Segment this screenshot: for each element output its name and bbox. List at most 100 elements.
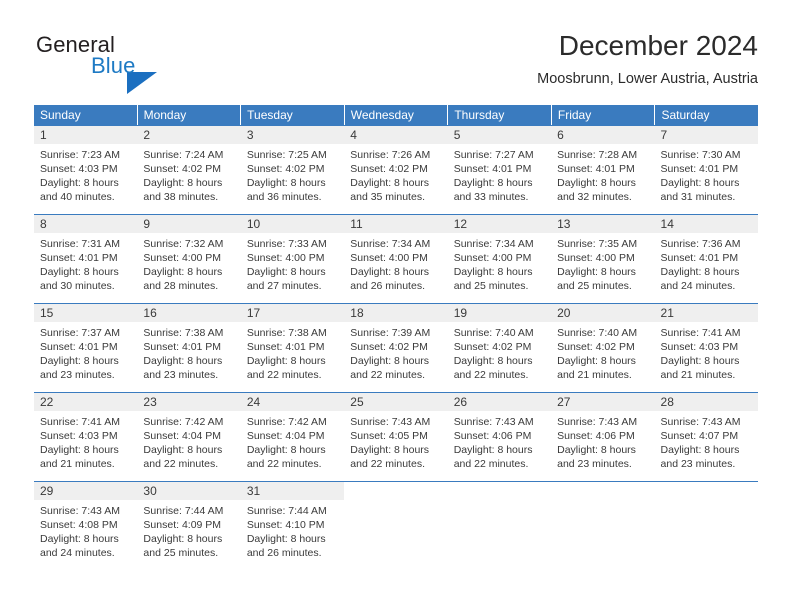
day-cell[interactable]: 6 Sunrise: 7:28 AM Sunset: 4:01 PM Dayli… bbox=[551, 126, 655, 214]
day-cell[interactable]: 11 Sunrise: 7:34 AM Sunset: 4:00 PM Dayl… bbox=[344, 215, 448, 303]
sunset-text: Sunset: 4:01 PM bbox=[660, 163, 739, 175]
daylight-line1: Daylight: 8 hours bbox=[453, 355, 533, 367]
daylight-line2: and 23 minutes. bbox=[660, 458, 736, 470]
day-cell[interactable]: 30 Sunrise: 7:44 AM Sunset: 4:09 PM Dayl… bbox=[137, 482, 241, 570]
daylight-line2: and 21 minutes. bbox=[557, 369, 632, 381]
day-details: Sunrise: 7:24 AM Sunset: 4:02 PM Dayligh… bbox=[137, 144, 240, 204]
daylight-line2: and 22 minutes. bbox=[350, 369, 425, 381]
day-cell[interactable]: 27 Sunrise: 7:43 AM Sunset: 4:06 PM Dayl… bbox=[551, 393, 655, 481]
day-cell[interactable]: 24 Sunrise: 7:42 AM Sunset: 4:04 PM Dayl… bbox=[240, 393, 345, 481]
day-number: 2 bbox=[137, 126, 241, 144]
sunrise-text: Sunrise: 7:26 AM bbox=[350, 149, 431, 161]
calendar-week-row: 8 Sunrise: 7:31 AM Sunset: 4:01 PM Dayli… bbox=[34, 214, 758, 303]
day-cell[interactable]: 7 Sunrise: 7:30 AM Sunset: 4:01 PM Dayli… bbox=[654, 126, 758, 214]
day-cell[interactable]: 17 Sunrise: 7:38 AM Sunset: 4:01 PM Dayl… bbox=[240, 304, 345, 392]
day-cell[interactable]: 19 Sunrise: 7:40 AM Sunset: 4:02 PM Dayl… bbox=[447, 304, 552, 392]
day-number: 26 bbox=[447, 393, 552, 411]
daylight-line1: Daylight: 8 hours bbox=[557, 266, 636, 278]
weekday-saturday: Saturday bbox=[661, 108, 710, 122]
day-number: 16 bbox=[137, 304, 241, 322]
day-details: Sunrise: 7:38 AM Sunset: 4:01 PM Dayligh… bbox=[241, 322, 344, 382]
day-cell[interactable]: 31 Sunrise: 7:44 AM Sunset: 4:10 PM Dayl… bbox=[240, 482, 345, 570]
calendar-week-row: 15 Sunrise: 7:37 AM Sunset: 4:01 PM Dayl… bbox=[34, 303, 758, 392]
day-cell[interactable]: 15 Sunrise: 7:37 AM Sunset: 4:01 PM Dayl… bbox=[34, 304, 138, 392]
sunset-text: Sunset: 4:06 PM bbox=[557, 430, 635, 442]
daylight-line2: and 25 minutes. bbox=[143, 547, 219, 559]
brand-logo[interactable]: General Blue bbox=[34, 32, 214, 94]
sunset-text: Sunset: 4:00 PM bbox=[350, 252, 428, 264]
daylight-line1: Daylight: 8 hours bbox=[143, 177, 223, 189]
day-details: Sunrise: 7:30 AM Sunset: 4:01 PM Dayligh… bbox=[655, 144, 758, 204]
day-number bbox=[654, 482, 758, 500]
sunrise-text: Sunrise: 7:39 AM bbox=[350, 327, 431, 339]
sunrise-text: Sunrise: 7:31 AM bbox=[40, 238, 120, 250]
day-cell[interactable]: 22 Sunrise: 7:41 AM Sunset: 4:03 PM Dayl… bbox=[34, 393, 138, 481]
sunrise-text: Sunrise: 7:43 AM bbox=[40, 505, 120, 517]
day-details: Sunrise: 7:28 AM Sunset: 4:01 PM Dayligh… bbox=[551, 144, 654, 204]
day-cell[interactable]: 10 Sunrise: 7:33 AM Sunset: 4:00 PM Dayl… bbox=[240, 215, 345, 303]
day-number: 11 bbox=[344, 215, 448, 233]
day-details: Sunrise: 7:38 AM Sunset: 4:01 PM Dayligh… bbox=[137, 322, 240, 382]
day-cell[interactable]: 21 Sunrise: 7:41 AM Sunset: 4:03 PM Dayl… bbox=[654, 304, 758, 392]
day-number: 18 bbox=[344, 304, 448, 322]
sunrise-text: Sunrise: 7:43 AM bbox=[350, 416, 431, 428]
day-cell[interactable]: 18 Sunrise: 7:39 AM Sunset: 4:02 PM Dayl… bbox=[344, 304, 448, 392]
day-cell[interactable]: 13 Sunrise: 7:35 AM Sunset: 4:00 PM Dayl… bbox=[551, 215, 655, 303]
daylight-line2: and 25 minutes. bbox=[453, 280, 529, 292]
day-number: 15 bbox=[34, 304, 138, 322]
sunrise-text: Sunrise: 7:30 AM bbox=[660, 149, 741, 161]
daylight-line1: Daylight: 8 hours bbox=[40, 355, 119, 367]
day-cell[interactable]: 4 Sunrise: 7:26 AM Sunset: 4:02 PM Dayli… bbox=[344, 126, 448, 214]
day-cell[interactable]: 2 Sunrise: 7:24 AM Sunset: 4:02 PM Dayli… bbox=[137, 126, 241, 214]
day-number: 13 bbox=[551, 215, 655, 233]
sunset-text: Sunset: 4:04 PM bbox=[143, 430, 222, 442]
daylight-line2: and 24 minutes. bbox=[40, 547, 115, 559]
day-cell[interactable]: 23 Sunrise: 7:42 AM Sunset: 4:04 PM Dayl… bbox=[137, 393, 241, 481]
day-details: Sunrise: 7:43 AM Sunset: 4:08 PM Dayligh… bbox=[34, 500, 137, 560]
day-cell[interactable]: 12 Sunrise: 7:34 AM Sunset: 4:00 PM Dayl… bbox=[447, 215, 552, 303]
day-number: 4 bbox=[344, 126, 448, 144]
sunset-text: Sunset: 4:10 PM bbox=[246, 519, 325, 531]
day-cell[interactable]: 1 Sunrise: 7:23 AM Sunset: 4:03 PM Dayli… bbox=[34, 126, 138, 214]
daylight-line1: Daylight: 8 hours bbox=[660, 177, 740, 189]
daylight-line1: Daylight: 8 hours bbox=[143, 533, 223, 545]
day-details: Sunrise: 7:27 AM Sunset: 4:01 PM Dayligh… bbox=[448, 144, 551, 204]
weekday-thursday: Thursday bbox=[448, 105, 552, 125]
day-cell-empty bbox=[344, 482, 448, 570]
daylight-line2: and 35 minutes. bbox=[350, 191, 425, 203]
day-details: Sunrise: 7:42 AM Sunset: 4:04 PM Dayligh… bbox=[137, 411, 240, 471]
sunset-text: Sunset: 4:00 PM bbox=[557, 252, 635, 264]
day-cell[interactable]: 16 Sunrise: 7:38 AM Sunset: 4:01 PM Dayl… bbox=[137, 304, 241, 392]
daylight-line2: and 22 minutes. bbox=[350, 458, 425, 470]
calendar-page: General Blue December 2024 Moosbrunn, Lo… bbox=[0, 0, 792, 612]
day-number: 23 bbox=[137, 393, 241, 411]
day-cell[interactable]: 26 Sunrise: 7:43 AM Sunset: 4:06 PM Dayl… bbox=[447, 393, 552, 481]
sunrise-text: Sunrise: 7:42 AM bbox=[246, 416, 327, 428]
day-number: 7 bbox=[654, 126, 758, 144]
daylight-line1: Daylight: 8 hours bbox=[557, 444, 636, 456]
day-cell[interactable]: 9 Sunrise: 7:32 AM Sunset: 4:00 PM Dayli… bbox=[137, 215, 241, 303]
day-details: Sunrise: 7:41 AM Sunset: 4:03 PM Dayligh… bbox=[34, 411, 137, 471]
sunrise-text: Sunrise: 7:38 AM bbox=[143, 327, 224, 339]
daylight-line1: Daylight: 8 hours bbox=[557, 177, 636, 189]
day-cell[interactable]: 29 Sunrise: 7:43 AM Sunset: 4:08 PM Dayl… bbox=[34, 482, 138, 570]
day-number: 6 bbox=[551, 126, 655, 144]
day-cell[interactable]: 25 Sunrise: 7:43 AM Sunset: 4:05 PM Dayl… bbox=[344, 393, 448, 481]
day-cell[interactable]: 5 Sunrise: 7:27 AM Sunset: 4:01 PM Dayli… bbox=[447, 126, 552, 214]
day-number: 10 bbox=[240, 215, 345, 233]
day-details: Sunrise: 7:34 AM Sunset: 4:00 PM Dayligh… bbox=[344, 233, 447, 293]
day-cell[interactable]: 28 Sunrise: 7:43 AM Sunset: 4:07 PM Dayl… bbox=[654, 393, 758, 481]
daylight-line1: Daylight: 8 hours bbox=[453, 177, 533, 189]
daylight-line2: and 22 minutes. bbox=[143, 458, 219, 470]
sunset-text: Sunset: 4:01 PM bbox=[246, 341, 325, 353]
weekday-wednesday: Wednesday bbox=[345, 105, 449, 125]
day-cell[interactable]: 8 Sunrise: 7:31 AM Sunset: 4:01 PM Dayli… bbox=[34, 215, 138, 303]
day-cell[interactable]: 3 Sunrise: 7:25 AM Sunset: 4:02 PM Dayli… bbox=[240, 126, 345, 214]
sunrise-text: Sunrise: 7:36 AM bbox=[660, 238, 741, 250]
sunrise-text: Sunrise: 7:35 AM bbox=[557, 238, 638, 250]
day-details: Sunrise: 7:31 AM Sunset: 4:01 PM Dayligh… bbox=[34, 233, 137, 293]
calendar-weekday-header: Sunday Monday Tuesday Wednesday Thursday… bbox=[34, 105, 758, 125]
day-number: 9 bbox=[137, 215, 241, 233]
day-cell[interactable]: 20 Sunrise: 7:40 AM Sunset: 4:02 PM Dayl… bbox=[551, 304, 655, 392]
day-cell[interactable]: 14 Sunrise: 7:36 AM Sunset: 4:01 PM Dayl… bbox=[654, 215, 758, 303]
